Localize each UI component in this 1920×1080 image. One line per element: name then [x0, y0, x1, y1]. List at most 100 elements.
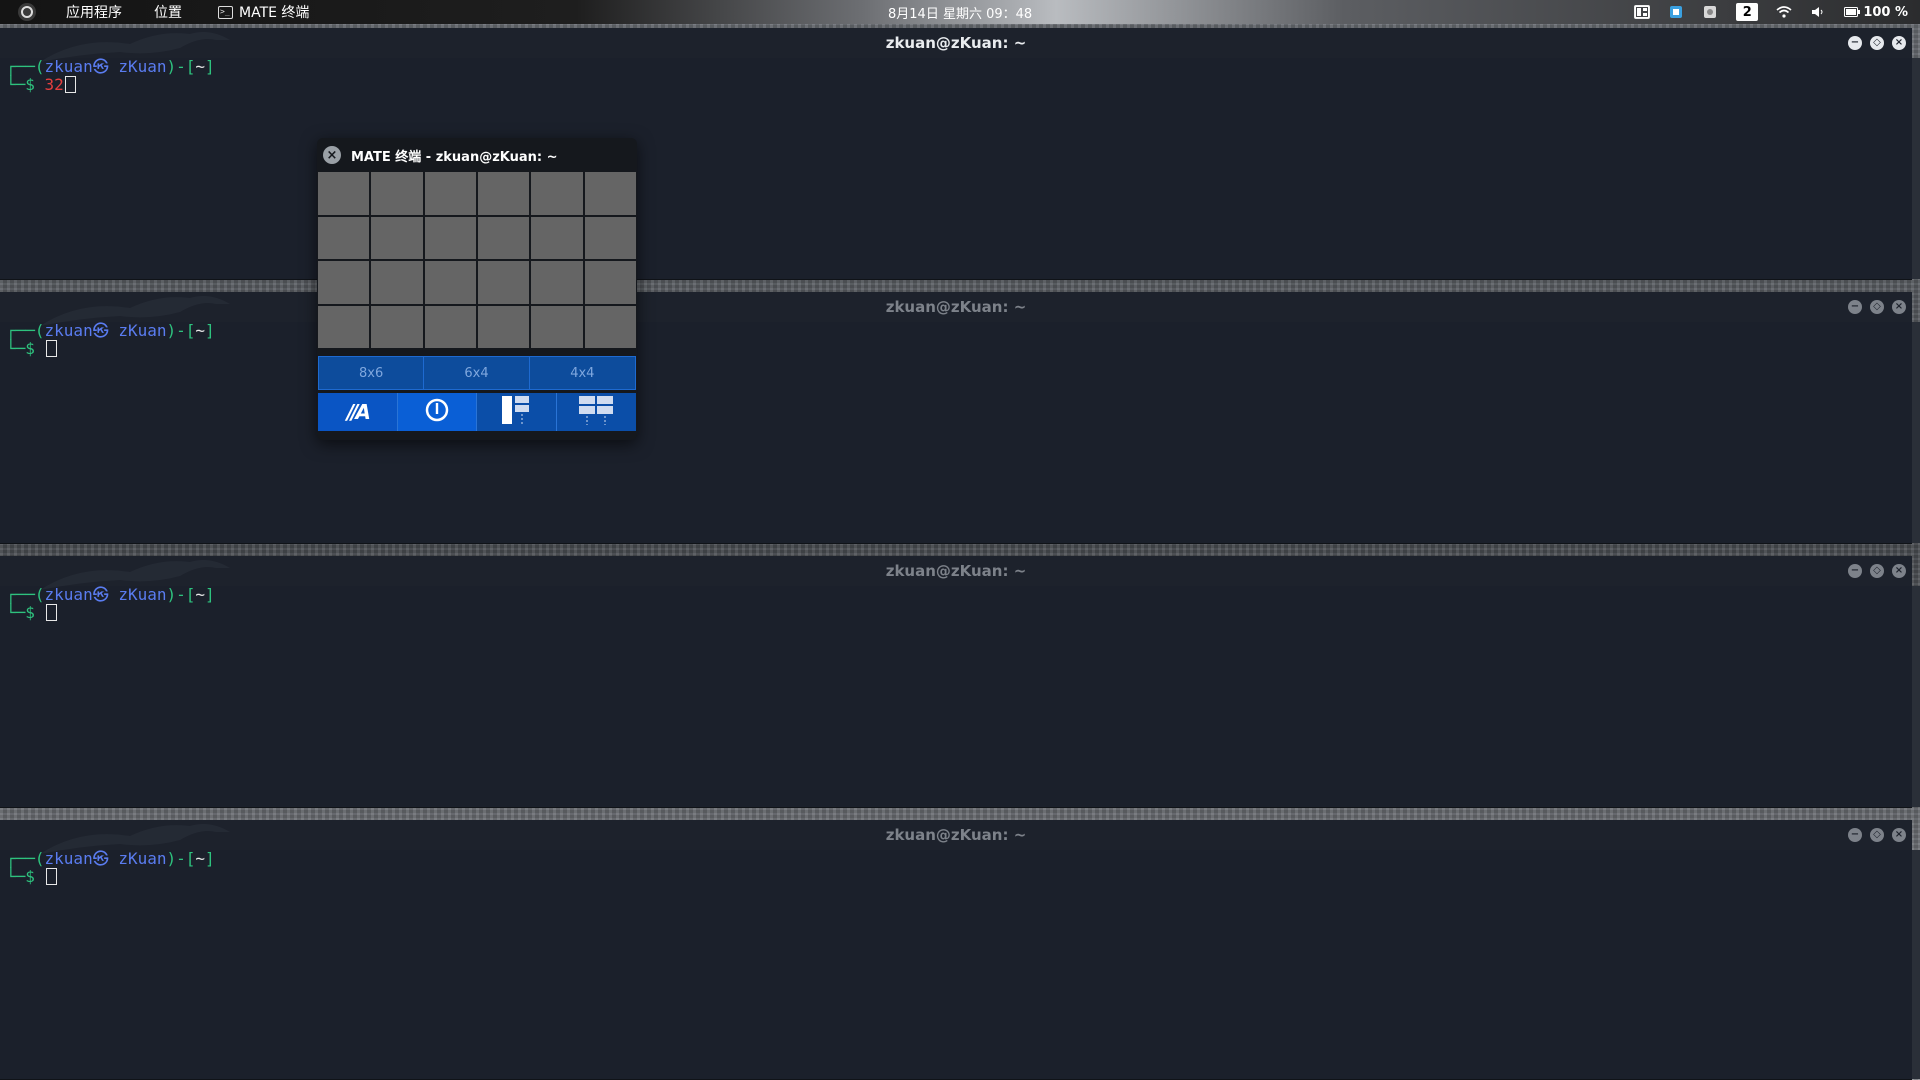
- terminal-window[interactable]: zkuan@zKuan: ~ − ◇ × ┌──(zkuan㉿ zKuan)-[…: [0, 292, 1920, 544]
- tiling-grid-cell[interactable]: [424, 305, 476, 348]
- prompt-open: ┌──(: [6, 321, 45, 340]
- terminal-title: zkuan@zKuan: ~: [885, 562, 1027, 580]
- close-icon[interactable]: ×: [1892, 36, 1906, 50]
- terminal-body[interactable]: ┌──(zkuan㉿ zKuan)-[~] └─$: [0, 296, 1912, 358]
- close-icon[interactable]: ×: [1892, 564, 1906, 578]
- prompt-line: ┌──(zkuan㉿ zKuan)-[~]: [6, 58, 1912, 76]
- prompt-end: ]: [205, 321, 215, 340]
- prompt-close: )-[: [166, 585, 196, 604]
- command-line[interactable]: └─$: [6, 340, 1912, 358]
- toggle-tiling-button[interactable]: [397, 393, 477, 431]
- tiling-grid-cell[interactable]: [531, 216, 583, 259]
- command-line[interactable]: └─$: [6, 868, 1912, 886]
- network-manager-icon[interactable]: [1668, 5, 1684, 19]
- terminal-body[interactable]: ┌──(zkuan㉿ zKuan)-[~] └─$: [0, 824, 1912, 886]
- clock[interactable]: 8月14日 星期六 09：48: [888, 3, 1032, 22]
- minimize-icon[interactable]: −: [1848, 300, 1862, 314]
- tiling-grid-cell[interactable]: [371, 216, 423, 259]
- tiling-grid-cell[interactable]: [318, 216, 370, 259]
- tiling-grid-cell[interactable]: [424, 172, 476, 215]
- tiling-popup-header: × MATE 终端 - zkuan@zKuan: ~: [317, 138, 637, 172]
- auto-tile-button[interactable]: //A: [318, 393, 398, 431]
- command-input[interactable]: 32: [45, 75, 64, 94]
- auto-tile-icon: //A: [346, 400, 371, 424]
- battery-indicator[interactable]: 100 %: [1844, 5, 1908, 20]
- tiling-grid-cell[interactable]: [531, 305, 583, 348]
- prompt-line: ┌──(zkuan㉿ zKuan)-[~]: [6, 850, 1912, 868]
- wifi-icon[interactable]: [1776, 5, 1792, 19]
- scrollbar[interactable]: [1912, 58, 1920, 279]
- top-panel: 应用程序 位置 >_ MATE 终端 8月14日 星期六 09：48 2 100…: [0, 0, 1920, 24]
- tiling-grid-cell[interactable]: [477, 172, 530, 215]
- scrollbar[interactable]: [1912, 322, 1920, 543]
- main-menu-icon[interactable]: [18, 3, 36, 21]
- tiling-grid-cell[interactable]: [371, 172, 423, 215]
- tiling-grid-cell[interactable]: [318, 172, 370, 215]
- applications-menu[interactable]: 应用程序: [66, 2, 122, 22]
- tiling-grid-cell[interactable]: [531, 172, 583, 215]
- prompt-dir: ~: [195, 57, 206, 76]
- maximize-icon[interactable]: ◇: [1870, 36, 1884, 50]
- close-icon[interactable]: ×: [1892, 828, 1906, 842]
- close-icon[interactable]: ×: [323, 146, 341, 164]
- terminal-window[interactable]: zkuan@zKuan: ~ − ◇ × ┌──(zkuan㉿ zKuan)-[…: [0, 28, 1920, 280]
- minimize-icon[interactable]: −: [1848, 36, 1862, 50]
- places-menu[interactable]: 位置: [154, 2, 182, 22]
- terminal-window[interactable]: zkuan@zKuan: ~ − ◇ × ┌──(zkuan㉿ zKuan)-[…: [0, 820, 1920, 1080]
- prompt-open: ┌──(: [6, 57, 45, 76]
- workspace-indicator[interactable]: 2: [1736, 3, 1759, 21]
- minimize-icon[interactable]: −: [1848, 564, 1862, 578]
- tiling-grid: [318, 172, 636, 348]
- tiling-grid-cell[interactable]: [424, 216, 476, 259]
- clipboard-icon[interactable]: [1702, 5, 1718, 19]
- terminal-titlebar[interactable]: zkuan@zKuan: ~ − ◇ ×: [0, 820, 1912, 850]
- volume-icon[interactable]: [1810, 5, 1826, 19]
- main-stack-layout-button[interactable]: [477, 393, 557, 431]
- close-icon[interactable]: ×: [1892, 300, 1906, 314]
- grid-layout-button[interactable]: [556, 393, 636, 431]
- terminal-title: zkuan@zKuan: ~: [885, 298, 1027, 316]
- tiling-grid-cell[interactable]: [477, 216, 530, 259]
- command-line[interactable]: └─$ 32: [6, 76, 1912, 94]
- maximize-icon[interactable]: ◇: [1870, 564, 1884, 578]
- text-cursor: [45, 340, 57, 357]
- battery-percentage: 100 %: [1863, 4, 1908, 20]
- prompt-close: )-[: [166, 849, 196, 868]
- tiling-grid-cell[interactable]: [318, 305, 370, 348]
- prompt-user: zkuan㉿ zKuan: [44, 849, 167, 868]
- tiling-grid-cell[interactable]: [424, 261, 476, 304]
- tiling-grid-cell[interactable]: [371, 261, 423, 304]
- scrollbar[interactable]: [1912, 850, 1920, 1079]
- maximize-icon[interactable]: ◇: [1870, 828, 1884, 842]
- preset-4x4-button[interactable]: 4x4: [530, 357, 635, 389]
- terminal-body[interactable]: ┌──(zkuan㉿ zKuan)-[~] └─$: [0, 560, 1912, 622]
- tiling-grid-cell[interactable]: [584, 216, 636, 259]
- terminal-window[interactable]: zkuan@zKuan: ~ − ◇ × ┌──(zkuan㉿ zKuan)-[…: [0, 556, 1920, 808]
- text-cursor: [64, 76, 76, 93]
- grid-layout-icon: [578, 394, 614, 430]
- tiling-grid-cell[interactable]: [584, 261, 636, 304]
- tiling-grid-cell[interactable]: [477, 305, 530, 348]
- window-controls: − ◇ ×: [1848, 828, 1906, 842]
- preset-8x6-button[interactable]: 8x6: [319, 357, 425, 389]
- tiling-grid-cell[interactable]: [584, 305, 636, 348]
- terminal-titlebar[interactable]: zkuan@zKuan: ~ − ◇ ×: [0, 28, 1912, 58]
- taskbar-item-terminal[interactable]: >_ MATE 终端: [218, 2, 309, 22]
- terminal-title: zkuan@zKuan: ~: [885, 34, 1027, 52]
- preset-6x4-button[interactable]: 6x4: [424, 357, 530, 389]
- prompt-close: )-[: [166, 321, 196, 340]
- tiling-grid-cell[interactable]: [477, 261, 530, 304]
- minimize-icon[interactable]: −: [1848, 828, 1862, 842]
- window-tile-icon[interactable]: [1634, 5, 1651, 19]
- command-line[interactable]: └─$: [6, 604, 1912, 622]
- tiling-grid-cell[interactable]: [584, 172, 636, 215]
- prompt-end: ]: [205, 57, 215, 76]
- terminal-titlebar[interactable]: zkuan@zKuan: ~ − ◇ ×: [0, 556, 1912, 586]
- maximize-icon[interactable]: ◇: [1870, 300, 1884, 314]
- terminal-body[interactable]: ┌──(zkuan㉿ zKuan)-[~] └─$ 32: [0, 32, 1912, 94]
- terminal-titlebar[interactable]: zkuan@zKuan: ~ − ◇ ×: [0, 292, 1912, 322]
- tiling-grid-cell[interactable]: [531, 261, 583, 304]
- scrollbar[interactable]: [1912, 586, 1920, 807]
- tiling-grid-cell[interactable]: [371, 305, 423, 348]
- tiling-grid-cell[interactable]: [318, 261, 370, 304]
